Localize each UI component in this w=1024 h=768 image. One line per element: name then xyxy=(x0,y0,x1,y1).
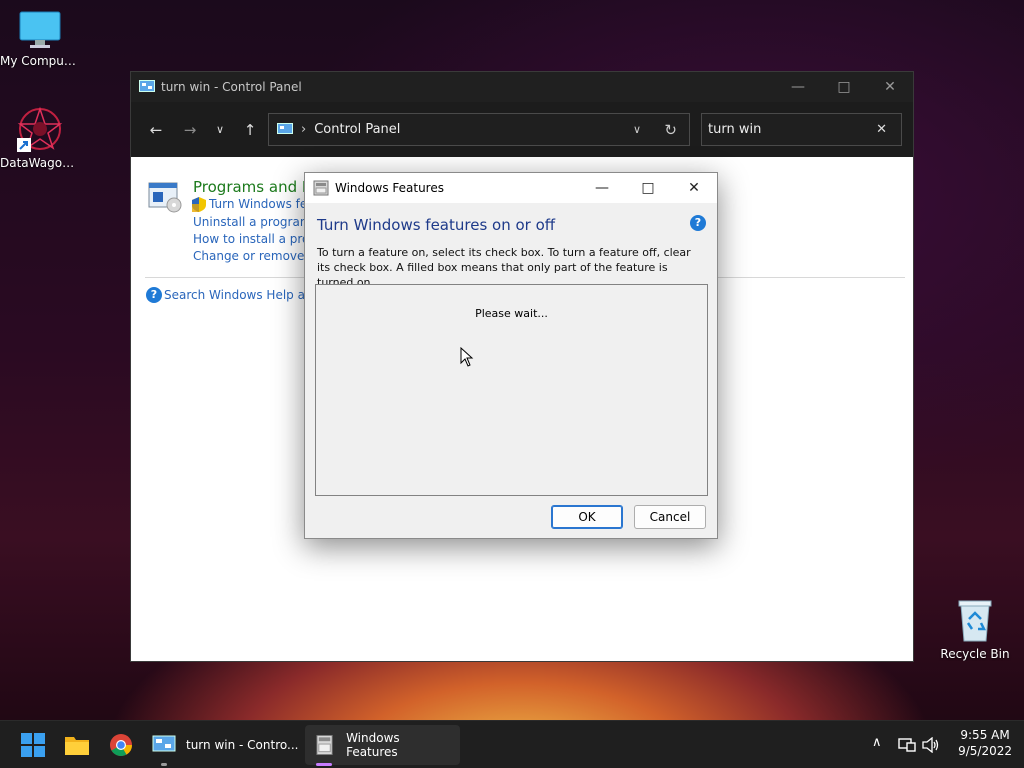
taskbar-chrome[interactable] xyxy=(108,725,134,765)
folder-icon xyxy=(65,737,89,755)
desktop-icon-label: DataWagon... xyxy=(0,156,80,170)
link-uninstall-program[interactable]: Uninstall a program xyxy=(193,215,312,229)
section-title-programs[interactable]: Programs and Fe xyxy=(193,178,319,196)
desktop-icon-label: Recycle Bin xyxy=(940,647,1010,661)
windows-features-icon xyxy=(316,734,333,756)
control-panel-title: turn win - Control Panel xyxy=(161,80,302,94)
taskbar-app-label: turn win - Contro... xyxy=(186,738,299,752)
datawagon-logo-icon xyxy=(17,106,63,152)
breadcrumb[interactable]: Control Panel xyxy=(314,122,400,137)
control-panel-icon xyxy=(139,80,155,92)
windows-features-dialog: Windows Features — □ ✕ Turn Windows feat… xyxy=(304,172,718,539)
ok-button[interactable]: OK xyxy=(551,505,623,529)
taskbar-file-explorer[interactable] xyxy=(64,725,90,765)
taskbar-app-windows-features[interactable]: Windows Features xyxy=(305,725,460,765)
address-dropdown-chevron-icon[interactable]: ∨ xyxy=(633,123,641,136)
breadcrumb-separator-icon: › xyxy=(301,122,307,137)
maximize-button[interactable]: □ xyxy=(821,72,867,102)
refresh-icon[interactable]: ↻ xyxy=(664,121,677,139)
taskbar-active-indicator xyxy=(316,763,332,766)
help-icon: ? xyxy=(146,287,162,303)
recent-locations-chevron-icon[interactable]: ∨ xyxy=(207,123,233,136)
minimize-button[interactable]: — xyxy=(775,72,821,102)
dialog-title: Windows Features xyxy=(335,181,444,195)
search-input[interactable]: turn win xyxy=(708,122,761,137)
chrome-icon xyxy=(110,734,132,756)
dialog-heading: Turn Windows features on or off xyxy=(317,216,556,234)
desktop-icon-datawagon[interactable]: DataWagon... xyxy=(0,106,80,170)
features-list[interactable]: Please wait... xyxy=(315,284,708,496)
forward-arrow-icon[interactable]: → xyxy=(173,121,207,139)
control-panel-navbar: ← → ∨ ↑ › Control Panel ∨ ↻ turn win ✕ xyxy=(131,102,913,157)
recycle-bin-icon xyxy=(958,600,992,642)
mouse-cursor-icon xyxy=(460,347,474,367)
clock-date: 9/5/2022 xyxy=(958,744,1012,758)
loading-text: Please wait... xyxy=(475,307,548,320)
close-button[interactable]: ✕ xyxy=(867,72,913,102)
dialog-help-icon[interactable]: ? xyxy=(690,215,706,231)
desktop-icon-recycle-bin[interactable]: Recycle Bin xyxy=(935,597,1015,661)
control-panel-icon xyxy=(152,735,176,752)
back-arrow-icon[interactable]: ← xyxy=(139,121,173,139)
clear-search-icon[interactable]: ✕ xyxy=(876,122,887,137)
link-search-windows-help[interactable]: Search Windows Help and xyxy=(164,288,320,302)
windows-logo-icon xyxy=(21,733,45,757)
taskbar-app-label: Windows Features xyxy=(346,731,400,759)
windows-features-icon xyxy=(313,180,329,196)
volume-icon[interactable] xyxy=(922,737,940,753)
show-hidden-icons-chevron[interactable]: ∧ xyxy=(872,735,882,750)
desktop-icon-my-computer[interactable]: My Computer xyxy=(0,10,80,68)
cancel-button[interactable]: Cancel xyxy=(634,505,706,529)
monitor-icon xyxy=(19,11,61,48)
dialog-maximize-button[interactable]: □ xyxy=(625,173,671,203)
up-arrow-icon[interactable]: ↑ xyxy=(233,121,267,139)
address-bar[interactable]: › Control Panel ∨ ↻ xyxy=(268,113,690,146)
uac-shield-icon xyxy=(192,197,206,212)
control-panel-icon xyxy=(277,123,293,134)
network-icon[interactable] xyxy=(898,737,916,753)
dialog-titlebar: Windows Features — □ ✕ xyxy=(305,173,717,203)
clock-time: 9:55 AM xyxy=(960,728,1010,742)
start-button[interactable] xyxy=(20,725,46,765)
taskbar: turn win - Contro... Windows Features ∧ … xyxy=(0,720,1024,768)
dialog-close-button[interactable]: ✕ xyxy=(671,173,717,203)
dialog-minimize-button[interactable]: — xyxy=(579,173,625,203)
taskbar-running-indicator xyxy=(161,763,167,766)
desktop-icon-label: My Computer xyxy=(0,54,80,68)
clock[interactable]: 9:55 AM 9/5/2022 xyxy=(958,727,1012,759)
programs-icon xyxy=(148,182,182,213)
control-panel-titlebar: turn win - Control Panel — □ ✕ xyxy=(131,72,913,102)
taskbar-app-control-panel[interactable]: turn win - Contro... xyxy=(142,725,308,765)
search-box[interactable]: turn win ✕ xyxy=(701,113,902,146)
